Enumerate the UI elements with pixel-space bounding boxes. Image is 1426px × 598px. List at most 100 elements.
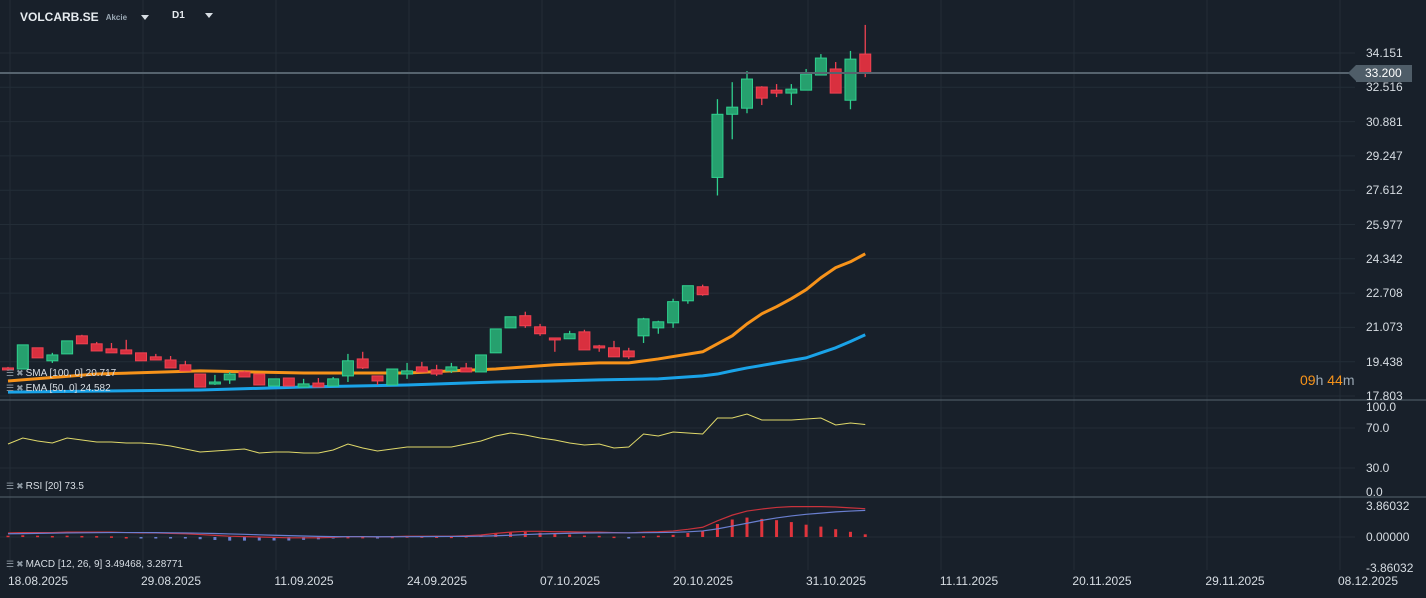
- close-icon[interactable]: ✖: [16, 368, 24, 379]
- candle-body: [386, 368, 399, 386]
- date-axis-label: 11.09.2025: [274, 574, 334, 588]
- candle-body: [208, 381, 221, 385]
- timeframe-label: D1: [172, 10, 185, 21]
- macd-histogram-bar: [198, 537, 202, 540]
- rsi-axis-label: 70.0: [1366, 421, 1390, 435]
- macd-histogram-bar: [50, 535, 54, 538]
- candle-body: [711, 113, 724, 178]
- macd-histogram-bar: [834, 529, 838, 537]
- candle-body: [401, 370, 414, 375]
- rsi-axis-label: 100.0: [1366, 400, 1397, 414]
- settings-icon[interactable]: ☰: [6, 368, 14, 379]
- candle-body: [578, 331, 591, 351]
- macd-histogram-bar: [538, 532, 542, 537]
- candle-body: [489, 328, 502, 354]
- settings-icon[interactable]: ☰: [6, 559, 14, 570]
- price-axis-label: 21.073: [1366, 320, 1403, 335]
- macd-histogram-bar: [80, 535, 84, 538]
- date-axis-label: 07.10.2025: [539, 574, 601, 588]
- macd-histogram-bar: [804, 524, 808, 537]
- settings-icon[interactable]: ☰: [6, 383, 14, 394]
- price-axis-label: 27.612: [1366, 183, 1403, 198]
- macd-histogram-bar: [553, 534, 557, 537]
- macd-histogram-bar: [642, 536, 646, 538]
- rsi-axis-label: 0.0: [1366, 485, 1383, 499]
- candle-body: [253, 373, 266, 386]
- countdown-hours: 09: [1300, 372, 1316, 388]
- legend-macd[interactable]: ☰ ✖ MACD [12, 26, 9] 3.49468, 3.28771: [6, 559, 183, 570]
- candle-body: [61, 340, 74, 355]
- candle-body: [622, 350, 635, 358]
- macd-histogram-bar: [715, 524, 719, 537]
- close-icon[interactable]: ✖: [16, 481, 24, 492]
- macd-histogram-bar: [671, 534, 675, 537]
- candle-body: [637, 318, 650, 337]
- price-axis-label: 25.977: [1366, 217, 1403, 232]
- legend-sma[interactable]: ☰ ✖ SMA [100, 0] 20.717: [6, 368, 116, 379]
- candle-body: [341, 360, 354, 377]
- macd-histogram-bar: [228, 537, 232, 541]
- price-axis-label: 22.708: [1366, 286, 1403, 301]
- close-icon[interactable]: ✖: [16, 383, 24, 394]
- candle-body: [46, 354, 59, 362]
- macd-histogram-bar: [21, 535, 25, 537]
- timeframe-selector[interactable]: D1: [172, 10, 213, 21]
- candle-body: [31, 347, 44, 359]
- candle-body: [75, 335, 88, 345]
- macd-histogram-bar: [109, 536, 113, 538]
- macd-histogram-bar: [36, 535, 40, 538]
- candle-countdown: 09h 44m: [1300, 372, 1355, 388]
- rsi-label: RSI [20] 73.5: [25, 481, 84, 492]
- legend-rsi[interactable]: ☰ ✖ RSI [20] 73.5: [6, 481, 84, 492]
- candle-body: [460, 367, 473, 373]
- candle-body: [282, 377, 295, 387]
- date-axis-label: 11.11.2025: [939, 574, 999, 588]
- candle-body: [534, 326, 547, 335]
- candle-body: [120, 349, 133, 355]
- candle-body: [563, 333, 576, 340]
- date-axis-label: 18.08.2025: [7, 574, 69, 588]
- countdown-h-unit: h: [1315, 372, 1324, 388]
- macd-axis-label: -3.86032: [1366, 561, 1414, 575]
- macd-histogram-bar: [819, 526, 823, 537]
- rsi-line: [7, 413, 866, 454]
- date-axis-label: 20.11.2025: [1072, 574, 1132, 588]
- candle-body: [681, 285, 694, 302]
- macd-label: MACD [12, 26, 9] 3.49468, 3.28771: [25, 559, 183, 570]
- macd-histogram-bar: [775, 520, 779, 537]
- macd-histogram-bar: [568, 534, 572, 537]
- candle-body: [371, 375, 384, 382]
- macd-histogram-bar: [686, 532, 690, 537]
- candle-body: [415, 366, 428, 373]
- candle-body: [135, 352, 148, 362]
- candle-body: [149, 356, 162, 361]
- candle-body: [770, 89, 783, 94]
- candle-body: [445, 366, 458, 372]
- chart-canvas[interactable]: [0, 0, 1426, 598]
- candle-body: [430, 369, 443, 375]
- candle-body: [504, 316, 517, 329]
- macd-axis-label: 0.00000: [1366, 530, 1410, 544]
- date-axis-label: 08.12.2025: [1337, 574, 1399, 588]
- macd-histogram-bar: [760, 518, 764, 537]
- symbol-selector[interactable]: VOLCARB.SE Akcie: [20, 10, 150, 24]
- candle-body: [696, 286, 709, 296]
- macd-histogram-bar: [730, 519, 734, 537]
- macd-histogram-bar: [65, 535, 69, 538]
- price-axis-label: 29.247: [1366, 148, 1403, 163]
- instrument-type: Akcie: [105, 12, 128, 22]
- price-axis-label: 19.438: [1366, 354, 1403, 369]
- current-price-tag: 33.200: [1348, 65, 1412, 82]
- candle-body: [593, 345, 606, 349]
- macd-histogram-bar: [6, 535, 10, 538]
- close-icon[interactable]: ✖: [16, 559, 24, 570]
- candle-body: [223, 373, 236, 381]
- settings-icon[interactable]: ☰: [6, 481, 14, 492]
- macd-histogram-bar: [848, 531, 852, 537]
- symbol-label: VOLCARB.SE: [20, 10, 99, 24]
- macd-histogram-bar: [701, 531, 705, 537]
- date-axis-label: 24.09.2025: [406, 574, 468, 588]
- date-axis-label: 31.10.2025: [805, 574, 867, 588]
- legend-ema[interactable]: ☰ ✖ EMA [50, 0] 24.582: [6, 383, 111, 394]
- macd-histogram-bar: [582, 535, 586, 538]
